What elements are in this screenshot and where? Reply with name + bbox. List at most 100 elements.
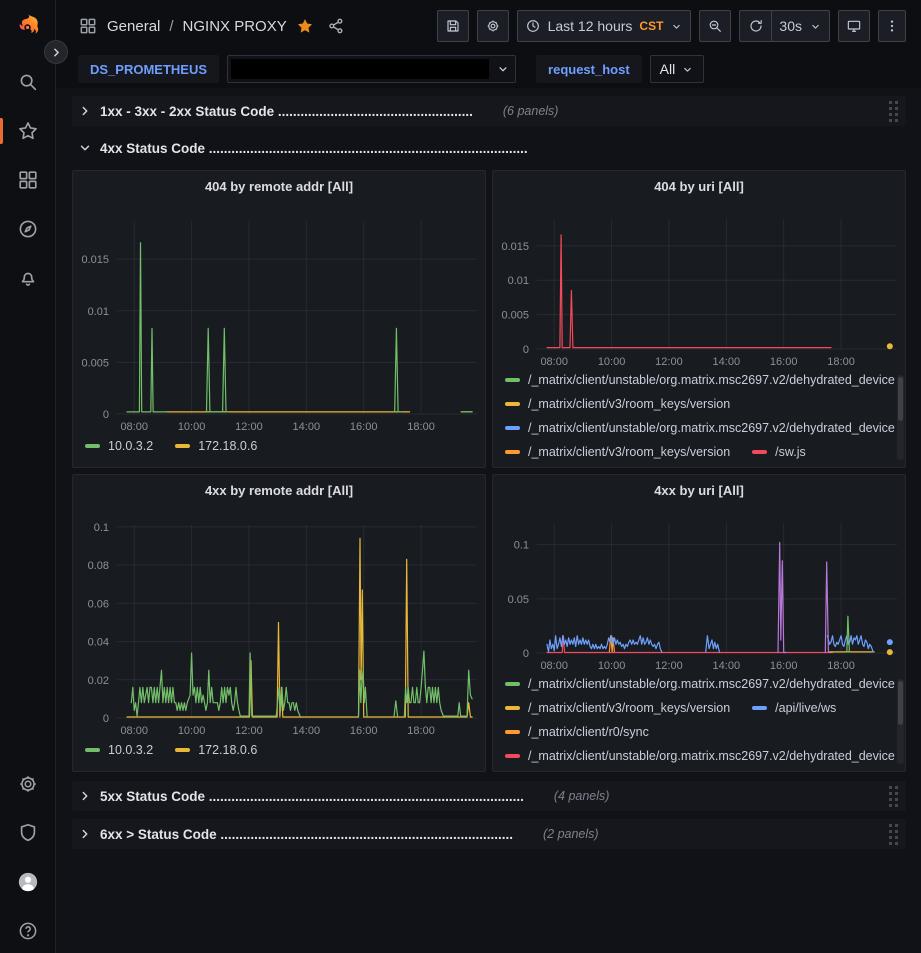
time-range-picker[interactable]: Last 12 hours CST: [517, 10, 692, 42]
legend-label: 172.18.0.6: [198, 743, 257, 757]
row-header-5xx[interactable]: 5xx Status Code ........................…: [72, 781, 906, 811]
search-icon[interactable]: [16, 70, 40, 94]
svg-text:0.04: 0.04: [88, 637, 109, 649]
refresh-button[interactable]: [739, 10, 771, 42]
legend-swatch-green: [505, 682, 520, 686]
svg-text:10:00: 10:00: [178, 421, 206, 433]
breadcrumb-separator: /: [169, 18, 173, 35]
legend-label: 10.0.3.2: [108, 439, 153, 453]
configuration-gear-icon[interactable]: [16, 772, 40, 796]
legend-item[interactable]: 10.0.3.2: [85, 439, 153, 453]
breadcrumb-section[interactable]: General: [107, 18, 160, 35]
more-options-kebab-button[interactable]: [878, 10, 906, 42]
svg-text:0: 0: [103, 409, 109, 421]
panel-title[interactable]: 4xx by uri [All]: [493, 475, 905, 505]
legend-scrollbar-thumb[interactable]: [898, 377, 903, 421]
row-header-1xx-3xx-2xx[interactable]: 1xx - 3xx - 2xx Status Code ............…: [72, 96, 906, 126]
panel-grid-4xx: 404 by remote addr [All]00.0050.010.0150…: [72, 170, 906, 772]
panel-title[interactable]: 404 by uri [All]: [493, 171, 905, 201]
legend-item[interactable]: /_matrix/client/unstable/org.matrix.msc2…: [505, 677, 895, 691]
dashboard-title[interactable]: NGINX PROXY: [183, 18, 287, 35]
legend-swatch-blue: [505, 426, 520, 430]
panel-title[interactable]: 4xx by remote addr [All]: [73, 475, 485, 505]
legend-item[interactable]: /_matrix/client/v3/room_keys/version: [505, 397, 730, 411]
row-drag-handle[interactable]: [889, 101, 902, 122]
zoom-out-time-button[interactable]: [699, 10, 731, 42]
svg-text:0.015: 0.015: [81, 254, 109, 266]
legend-item[interactable]: /_matrix/client/unstable/org.matrix.msc2…: [505, 373, 895, 387]
svg-text:14:00: 14:00: [713, 356, 741, 368]
legend-item[interactable]: /api/live/ws: [752, 701, 836, 715]
svg-text:18:00: 18:00: [827, 660, 855, 672]
panel-legend: 10.0.3.2 172.18.0.6: [73, 743, 485, 761]
expand-sidebar-button[interactable]: [44, 40, 68, 64]
timeseries-chart[interactable]: 00.0050.010.01508:0010:0012:0014:0016:00…: [493, 201, 905, 373]
legend-label: /sw.js: [775, 445, 806, 459]
svg-text:16:00: 16:00: [770, 356, 798, 368]
row-title: 6xx > Status Code ......................…: [100, 827, 513, 842]
panel-404-by-remote-addr-all: 404 by remote addr [All]00.0050.010.0150…: [72, 170, 486, 468]
timeseries-chart[interactable]: 00.050.108:0010:0012:0014:0016:0018:00: [493, 505, 905, 677]
apps-grid-icon[interactable]: [78, 16, 98, 36]
explore-compass-icon[interactable]: [16, 217, 40, 241]
active-section-indicator: [0, 118, 3, 144]
row-header-4xx[interactable]: 4xx Status Code ........................…: [72, 134, 906, 162]
toolbar-actions: Last 12 hours CST 30s: [437, 10, 906, 42]
legend-item[interactable]: 172.18.0.6: [175, 439, 257, 453]
svg-text:0.005: 0.005: [81, 357, 109, 369]
time-range-label: Last 12 hours: [548, 18, 633, 34]
breadcrumb: General / NGINX PROXY: [78, 16, 345, 36]
starred-dashboards-icon[interactable]: [16, 119, 40, 143]
row-header-6xx[interactable]: 6xx > Status Code ......................…: [72, 819, 906, 849]
panel-legend: 10.0.3.2 172.18.0.6: [73, 439, 485, 457]
row-drag-handle[interactable]: [889, 786, 902, 807]
refresh-interval-picker[interactable]: 30s: [771, 10, 830, 42]
favorite-star-icon[interactable]: [296, 17, 314, 35]
save-dashboard-button[interactable]: [437, 10, 469, 42]
dashboards-icon[interactable]: [16, 168, 40, 192]
legend-item[interactable]: /_matrix/client/unstable/org.matrix.msc2…: [505, 749, 895, 763]
svg-text:08:00: 08:00: [540, 356, 568, 368]
svg-text:0: 0: [523, 344, 529, 356]
svg-text:0.1: 0.1: [514, 540, 529, 552]
svg-text:12:00: 12:00: [655, 356, 683, 368]
cycle-view-mode-button[interactable]: [838, 10, 870, 42]
grafana-logo[interactable]: [13, 12, 43, 42]
legend-label: /_matrix/client/v3/room_keys/version: [528, 397, 730, 411]
share-icon[interactable]: [327, 17, 345, 35]
variable-label-ds-prometheus[interactable]: DS_PROMETHEUS: [78, 55, 219, 83]
panel-title[interactable]: 404 by remote addr [All]: [73, 171, 485, 201]
dashboard-body: 1xx - 3xx - 2xx Status Code ............…: [56, 88, 921, 857]
chevron-right-icon: [78, 827, 92, 841]
legend-item[interactable]: /sw.js: [752, 445, 806, 459]
user-avatar[interactable]: [16, 870, 40, 894]
timeseries-chart[interactable]: 00.0050.010.01508:0010:0012:0014:0016:00…: [73, 201, 485, 439]
variable-value-dropdown-ds-prometheus[interactable]: [227, 55, 516, 83]
legend-label: /api/live/ws: [775, 701, 836, 715]
variable-value-dropdown-request-host[interactable]: All: [650, 55, 705, 83]
legend-scrollbar[interactable]: [897, 375, 904, 460]
svg-text:0.05: 0.05: [508, 594, 529, 606]
timeseries-chart[interactable]: 00.020.040.060.080.108:0010:0012:0014:00…: [73, 505, 485, 743]
legend-swatch-green: [85, 444, 100, 448]
variable-label-request-host[interactable]: request_host: [536, 55, 642, 83]
legend-item[interactable]: 10.0.3.2: [85, 743, 153, 757]
legend-item[interactable]: /_matrix/client/v3/room_keys/version: [505, 701, 730, 715]
dashboard-settings-button[interactable]: [477, 10, 509, 42]
legend-item[interactable]: 172.18.0.6: [175, 743, 257, 757]
panel-4xx-by-remote-addr-all: 4xx by remote addr [All]00.020.040.060.0…: [72, 474, 486, 772]
legend-scrollbar-thumb[interactable]: [898, 681, 903, 725]
server-admin-shield-icon[interactable]: [16, 821, 40, 845]
legend-swatch-yellow: [505, 402, 520, 406]
legend-swatch-green: [85, 748, 100, 752]
help-icon[interactable]: [16, 919, 40, 943]
legend-item[interactable]: /_matrix/client/v3/room_keys/version: [505, 445, 730, 459]
legend-swatch-yellow: [505, 706, 520, 710]
row-drag-handle[interactable]: [889, 824, 902, 845]
panel-4xx-by-uri-all: 4xx by uri [All]00.050.108:0010:0012:001…: [492, 474, 906, 772]
legend-scrollbar[interactable]: [897, 679, 904, 764]
legend-item[interactable]: /_matrix/client/r0/sync: [505, 725, 649, 739]
alerting-bell-icon[interactable]: [16, 266, 40, 290]
row-panel-count: (2 panels): [543, 827, 599, 841]
legend-item[interactable]: /_matrix/client/unstable/org.matrix.msc2…: [505, 421, 895, 435]
